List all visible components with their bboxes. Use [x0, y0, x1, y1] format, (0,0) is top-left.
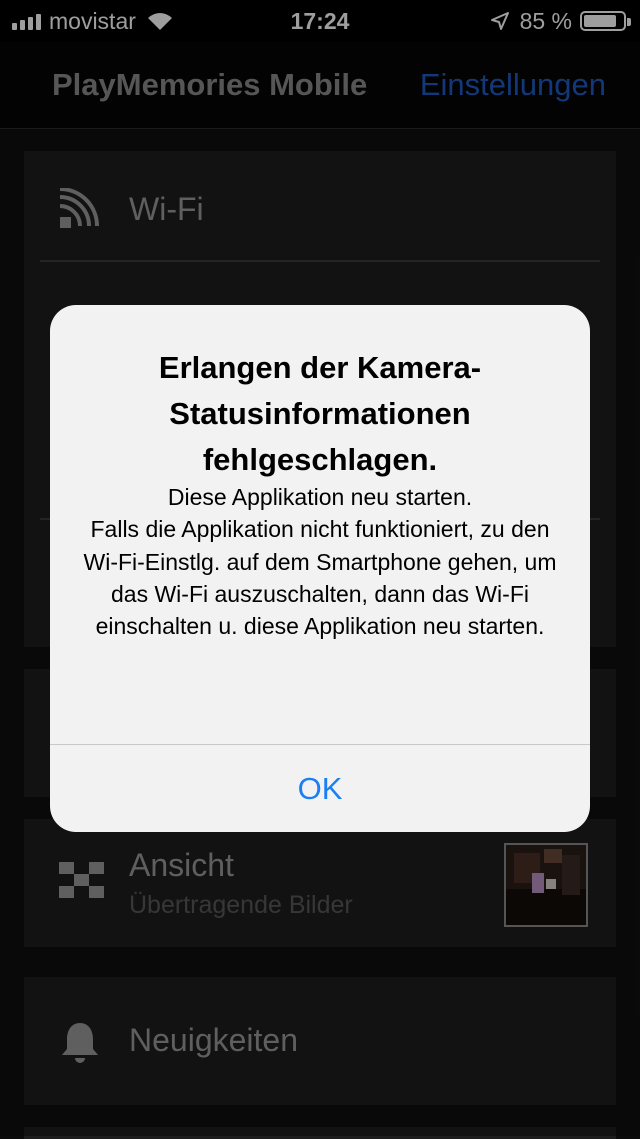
alert-message: Diese Applikation neu starten. Falls die… [83, 484, 557, 640]
error-alert-dialog: Erlangen der Kamera-Statusinformationen … [50, 305, 590, 832]
alert-title: Erlangen der Kamera-Statusinformationen … [158, 350, 482, 477]
ok-button[interactable]: OK [50, 745, 590, 832]
